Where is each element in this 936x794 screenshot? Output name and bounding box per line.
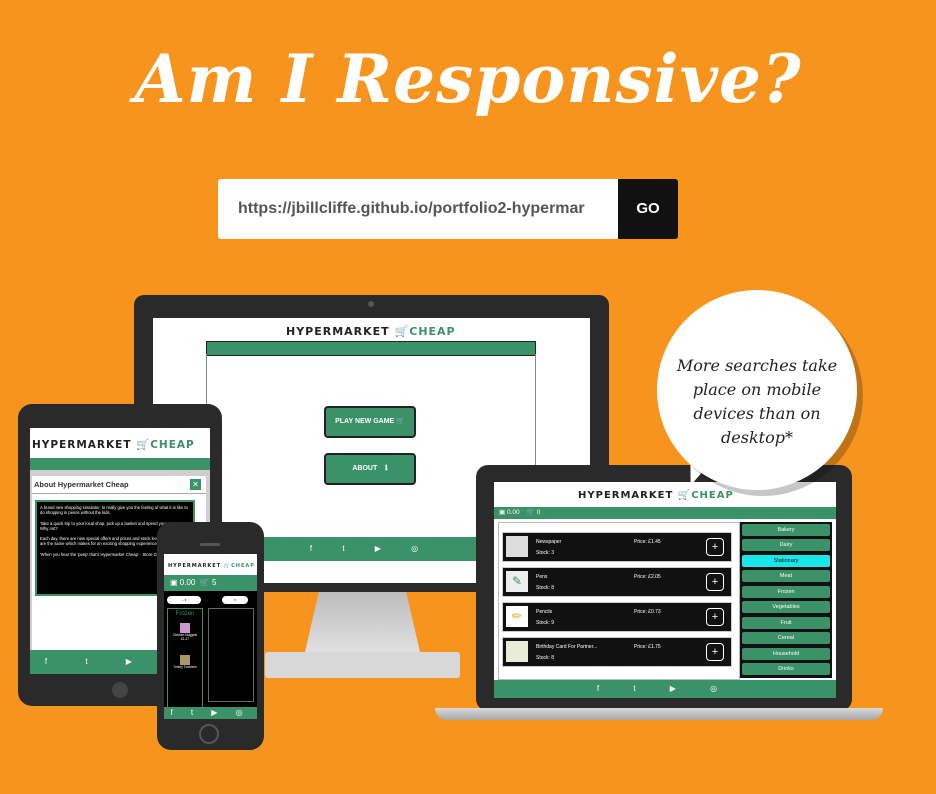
nav-bar <box>30 458 210 470</box>
status-bar: ▣ 0.00 🛒 0 <box>494 507 836 519</box>
product-row: ✎ Pens Stock: 8 Price: £2.05 + <box>502 567 732 597</box>
product-stock: Stock: 3 <box>536 550 555 556</box>
product-image <box>180 655 190 665</box>
site-logo: HYPERMARKET 🛒CHEAP <box>578 490 734 501</box>
product-image <box>180 623 190 633</box>
desktop-stand <box>305 592 420 652</box>
product-name: Turkey Twizzlers <box>173 665 197 669</box>
product-list: Newspaper Stock: 3 Price: £1.45 + ✎ Pens… <box>498 522 740 680</box>
product-name: Newspaper <box>536 539 562 545</box>
category-frozen[interactable]: Frozen <box>742 586 830 598</box>
pencil-icon: ✏ <box>506 606 528 627</box>
laptop-screen: HYPERMARKET 🛒CHEAP ▣ 0.00 🛒 0 Newspaper … <box>494 482 836 698</box>
laptop-base <box>435 708 883 720</box>
wallet-icon: ▣ <box>170 578 178 587</box>
category-title: Frozen <box>175 611 195 617</box>
page-title: Am I Responsive? <box>134 40 802 118</box>
category-meat[interactable]: Meat <box>742 570 830 582</box>
site-footer[interactable]: f t ▶ ◎ <box>494 680 836 698</box>
product-price: Price: £0.73 <box>634 609 661 615</box>
go-button[interactable]: GO <box>618 179 678 239</box>
cart-icon: 🛒 <box>396 418 405 425</box>
close-icon[interactable]: ✕ <box>190 479 201 490</box>
add-to-cart-button[interactable]: + <box>706 538 724 556</box>
product-row: Newspaper Stock: 3 Price: £1.45 + <box>502 532 732 562</box>
category-cereal[interactable]: Cereal <box>742 632 830 644</box>
category-household[interactable]: Household <box>742 648 830 660</box>
cart-icon: 🛒 <box>526 509 535 516</box>
filter-select[interactable]: ▾ <box>222 596 248 604</box>
site-logo: HYPERMARKET 🛒CHEAP <box>32 439 195 451</box>
phone-speaker <box>200 543 220 546</box>
add-to-cart-button[interactable]: + <box>706 608 724 626</box>
cart-panel <box>208 608 254 702</box>
divider <box>32 493 206 494</box>
product-price: Price: £2.05 <box>634 574 661 580</box>
site-logo: HYPERMARKET 🛒CHEAP <box>286 325 456 338</box>
add-to-cart-button[interactable]: + <box>706 573 724 591</box>
category-drinks[interactable]: Drinks <box>742 663 830 675</box>
product-name: Pens <box>536 574 548 580</box>
site-footer[interactable]: f t ▶ ◎ <box>164 707 257 719</box>
cart-icon: 🛒 <box>394 325 410 338</box>
tablet-home-button <box>112 682 128 698</box>
phone-screen: HYPERMARKET 🛒CHEAP ▣ 0.00 🛒 5 -- ▾ ▾ Fro… <box>164 554 257 719</box>
product-stock: Stock: 8 <box>536 655 555 661</box>
modal-title: About Hypermarket Cheap <box>34 480 129 489</box>
category-fruit[interactable]: Fruit <box>742 617 830 629</box>
cart-icon: 🛒 <box>199 578 210 587</box>
product-row: ✏ Pencils Stock: 9 Price: £0.73 + <box>502 602 732 632</box>
category-bakery[interactable]: Bakery <box>742 524 830 536</box>
sort-select[interactable]: -- ▾ <box>167 596 201 604</box>
phone-home-button <box>199 724 219 744</box>
category-dairy[interactable]: Dairy <box>742 539 830 551</box>
url-input[interactable]: https://jbillcliffe.github.io/portfolio2… <box>218 179 618 239</box>
category-panel: Frozen Chicken Nuggets £1.47 Turkey Twiz… <box>167 608 203 719</box>
info-icon: ℹ <box>385 465 388 472</box>
pen-icon: ✎ <box>506 571 528 592</box>
desktop-camera <box>368 301 374 307</box>
product-price: £1.47 <box>181 637 189 641</box>
product-stock: Stock: 9 <box>536 620 555 626</box>
status-bar: ▣ 0.00 🛒 5 <box>164 575 257 591</box>
category-vegetables[interactable]: Vegetables <box>742 601 830 613</box>
product-row: Birthday Card For Partner... Stock: 8 Pr… <box>502 637 732 667</box>
speech-bubble-text: More searches take place on mobile devic… <box>676 356 838 447</box>
category-stationary[interactable]: Stationary <box>742 555 830 567</box>
about-button[interactable]: ABOUT ℹ <box>324 453 416 485</box>
product-image <box>506 536 528 557</box>
product-price: Price: £1.75 <box>634 644 661 650</box>
product-name: Birthday Card For Partner... <box>536 644 598 650</box>
wallet-icon: ▣ <box>499 509 506 516</box>
product-stock: Stock: 8 <box>536 585 555 591</box>
category-sidebar: Bakery Dairy Stationary Meat Frozen Vege… <box>740 522 832 678</box>
site-logo: HYPERMARKET 🛒CHEAP <box>168 563 255 569</box>
product-name: Pencils <box>536 609 553 615</box>
play-new-game-button[interactable]: PLAY NEW GAME 🛒 <box>324 406 416 438</box>
product-image <box>506 641 528 662</box>
add-to-cart-button[interactable]: + <box>706 643 724 661</box>
desktop-base <box>265 652 460 678</box>
product-price: Price: £1.45 <box>634 539 661 545</box>
